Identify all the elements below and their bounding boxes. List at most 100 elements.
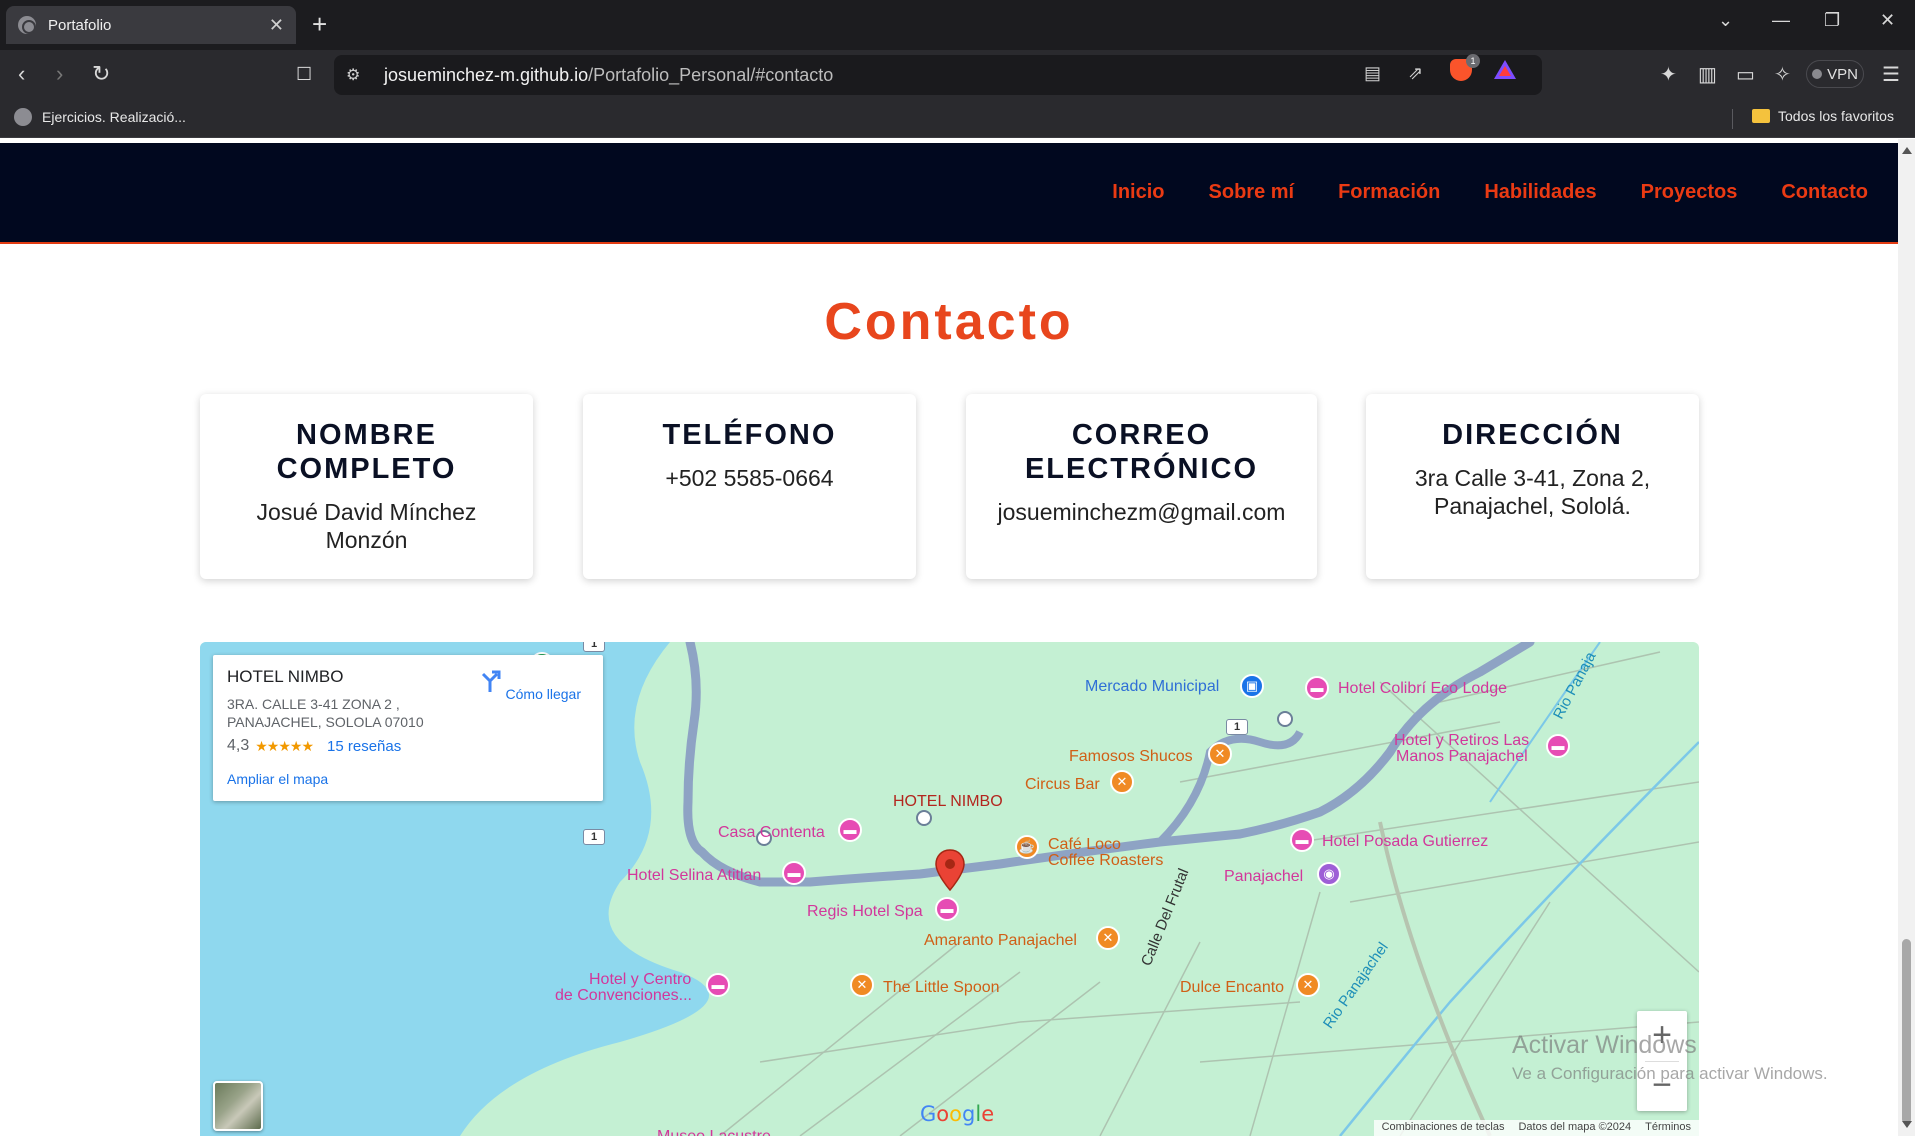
hotel-icon[interactable]: ▬ xyxy=(1290,828,1314,852)
restaurant-icon[interactable]: ✕ xyxy=(1208,742,1232,766)
nav-sobre-mi[interactable]: Sobre mí xyxy=(1209,181,1295,203)
bus-stop-icon[interactable] xyxy=(916,810,932,826)
poi-cafe-loco-line2[interactable]: Coffee Roasters xyxy=(1048,852,1163,870)
share-icon[interactable]: ⇗ xyxy=(1408,63,1423,84)
poi-famosos-shucos[interactable]: Famosos Shucos xyxy=(1069,748,1193,766)
terms-link[interactable]: Términos xyxy=(1645,1121,1691,1135)
route-shield: 1 xyxy=(1226,719,1248,735)
poi-centro-line2[interactable]: de Convenciones... xyxy=(555,987,692,1005)
vpn-label: VPN xyxy=(1827,65,1858,83)
satellite-toggle[interactable] xyxy=(213,1081,263,1131)
watermark-title: Activar Windows xyxy=(1512,1031,1697,1059)
back-icon[interactable]: ‹ xyxy=(18,62,25,86)
vpn-status-icon xyxy=(1812,69,1823,79)
reviews-link[interactable]: 15 reseñas xyxy=(327,738,401,755)
nav-contacto[interactable]: Contacto xyxy=(1781,181,1868,203)
nav-proyectos[interactable]: Proyectos xyxy=(1641,181,1738,203)
poi-casa-contenta[interactable]: Casa Contenta xyxy=(718,824,825,842)
poi-hotel-colibri[interactable]: Hotel Colibrí Eco Lodge xyxy=(1338,680,1507,698)
wallet-icon[interactable]: ▭ xyxy=(1736,62,1755,87)
contact-card-email: CORREO ELECTRÓNICO josueminchezm@gmail.c… xyxy=(966,394,1317,579)
site-navbar: Inicio Sobre mí Formación Habilidades Pr… xyxy=(0,143,1898,244)
extensions-icon[interactable]: ✦ xyxy=(1660,62,1677,87)
bookmark-ejercicios[interactable]: Ejercicios. Realizació... xyxy=(14,108,186,126)
poi-retiros-line2[interactable]: Manos Panajachel xyxy=(1396,748,1528,766)
menu-icon[interactable]: ☰ xyxy=(1882,62,1900,87)
watermark-subtitle: Ve a Configuración para activar Windows. xyxy=(1512,1064,1828,1083)
poi-hotel-posada[interactable]: Hotel Posada Gutierrez xyxy=(1322,833,1488,851)
nav-habilidades[interactable]: Habilidades xyxy=(1484,181,1596,203)
forward-icon[interactable]: › xyxy=(56,62,63,86)
camera-icon[interactable]: ◉ xyxy=(1317,862,1341,886)
hotel-icon[interactable]: ▬ xyxy=(935,897,959,921)
poi-regis-hotel[interactable]: Regis Hotel Spa xyxy=(807,903,923,921)
route-shield: 1 xyxy=(583,642,605,652)
restaurant-icon[interactable]: ✕ xyxy=(1110,770,1134,794)
hotel-icon[interactable]: ▬ xyxy=(1546,734,1570,758)
poi-mercado-municipal[interactable]: Mercado Municipal xyxy=(1085,678,1219,696)
all-bookmarks-label: Todos los favoritos xyxy=(1778,108,1894,124)
coffee-icon[interactable]: ☕ xyxy=(1015,835,1039,859)
vpn-button[interactable]: VPN xyxy=(1806,60,1864,88)
card-heading: TELÉFONO xyxy=(662,419,837,451)
scrollbar-thumb[interactable] xyxy=(1902,939,1911,1124)
poi-amaranto[interactable]: Amaranto Panajachel xyxy=(924,932,1077,950)
tab-search-chevron-icon[interactable]: ⌄ xyxy=(1718,10,1733,31)
site-info-icon[interactable]: ⚙ xyxy=(346,65,364,84)
contact-card-phone: TELÉFONO +502 5585-0664 xyxy=(583,394,916,579)
brave-rewards-icon[interactable] xyxy=(1494,60,1516,79)
restaurant-icon[interactable]: ✕ xyxy=(850,973,874,997)
poi-little-spoon[interactable]: The Little Spoon xyxy=(883,979,1000,997)
directions-icon xyxy=(481,670,501,692)
restore-icon[interactable]: ❐ xyxy=(1824,10,1840,31)
directions-button[interactable]: Cómo llegar xyxy=(478,669,581,702)
tab-title: Portafolio xyxy=(48,16,112,34)
page-scrollbar[interactable] xyxy=(1898,139,1915,1136)
card-value: Josué David Mínchez Monzón xyxy=(256,499,477,553)
new-tab-button[interactable]: + xyxy=(312,10,327,38)
sidebar-icon[interactable]: ▥ xyxy=(1698,62,1717,87)
minimize-icon[interactable]: — xyxy=(1772,10,1790,31)
hotel-icon[interactable]: ▬ xyxy=(706,973,730,997)
contact-card-name: NOMBRE COMPLETO Josué David Mínchez Monz… xyxy=(200,394,533,579)
restaurant-icon[interactable]: ✕ xyxy=(1296,973,1320,997)
hotel-icon[interactable]: ▬ xyxy=(838,818,862,842)
shopping-cart-icon[interactable]: ▣ xyxy=(1240,674,1264,698)
restaurant-icon[interactable]: ✕ xyxy=(1096,926,1120,950)
globe-icon xyxy=(18,16,36,34)
expand-map-link[interactable]: Ampliar el mapa xyxy=(227,771,328,787)
bookmark-icon[interactable]: ☐ xyxy=(296,62,312,86)
webpage: Inicio Sobre mí Formación Habilidades Pr… xyxy=(0,139,1898,1136)
location-pin-icon[interactable] xyxy=(934,849,966,891)
map-marker-label[interactable]: HOTEL NIMBO xyxy=(893,793,1003,811)
card-heading: NOMBRE COMPLETO xyxy=(276,419,457,485)
bookmarks-divider xyxy=(1732,109,1733,129)
poi-circus-bar[interactable]: Circus Bar xyxy=(1025,776,1100,794)
poi-hotel-selina[interactable]: Hotel Selina Atitlan xyxy=(627,867,761,885)
bookmarks-bar: Ejercicios. Realizació... Todos los favo… xyxy=(0,100,1915,138)
browser-tab[interactable]: Portafolio ✕ xyxy=(6,6,296,44)
tab-close-icon[interactable]: ✕ xyxy=(269,15,284,36)
scroll-up-icon[interactable] xyxy=(1902,147,1912,154)
all-bookmarks-button[interactable]: Todos los favoritos xyxy=(1752,108,1894,124)
nav-formacion[interactable]: Formación xyxy=(1338,181,1440,203)
close-window-icon[interactable]: ✕ xyxy=(1880,10,1895,31)
url-text[interactable]: josueminchez-m.github.io/Portafolio_Pers… xyxy=(384,65,833,86)
reader-mode-icon[interactable]: ▤ xyxy=(1364,63,1381,84)
hotel-icon[interactable]: ▬ xyxy=(1305,676,1329,700)
address-bar[interactable]: ⚙ josueminchez-m.github.io/Portafolio_Pe… xyxy=(334,55,1542,95)
shields-count-badge: 1 xyxy=(1466,54,1480,68)
poi-dulce-encanto[interactable]: Dulce Encanto xyxy=(1180,979,1284,997)
bus-stop-icon[interactable] xyxy=(1277,711,1293,727)
nav-inicio[interactable]: Inicio xyxy=(1112,181,1164,203)
bookmark-label: Ejercicios. Realizació... xyxy=(42,109,186,125)
poi-panajachel[interactable]: Panajachel xyxy=(1224,868,1303,886)
scroll-down-icon[interactable] xyxy=(1902,1121,1912,1128)
keyboard-shortcuts-link[interactable]: Combinaciones de teclas xyxy=(1382,1121,1505,1135)
poi-museo-lacustre[interactable]: Museo Lacustre xyxy=(657,1128,771,1136)
reload-icon[interactable]: ↻ xyxy=(92,62,110,86)
google-map-embed[interactable]: ▲ 1 1 1 ▣ Mercado Municipal ▬ Hotel Coli… xyxy=(200,642,1699,1136)
leo-ai-icon[interactable]: ✧ xyxy=(1774,62,1791,87)
globe-icon xyxy=(14,108,32,126)
hotel-icon[interactable]: ▬ xyxy=(782,861,806,885)
